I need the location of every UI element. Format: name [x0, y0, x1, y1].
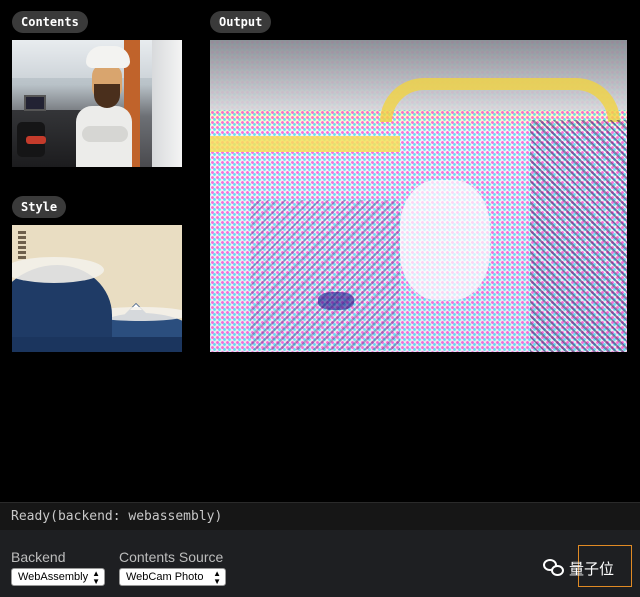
status-text: Ready(backend: webassembly): [11, 509, 223, 524]
backend-label: Backend: [11, 549, 66, 565]
select-arrows-icon: ▲ ▼: [92, 569, 100, 586]
contents-source-select[interactable]: WebCam Photo ▲ ▼: [119, 568, 226, 586]
style-label: Style: [12, 196, 67, 218]
output-image: [210, 40, 627, 352]
watermark-text: 量子位: [569, 560, 615, 578]
style-image: [12, 225, 182, 352]
contents-source-label: Contents Source: [119, 549, 224, 565]
backend-select[interactable]: WebAssembly ▲ ▼: [11, 568, 105, 586]
wechat-icon: [543, 559, 565, 577]
contents-image: [12, 40, 182, 167]
watermark: 量子位: [543, 556, 614, 580]
contents-label: Contents: [12, 11, 88, 33]
backend-select-value: WebAssembly: [18, 571, 89, 583]
status-bar: Ready(backend: webassembly): [0, 502, 640, 530]
contents-source-select-value: WebCam Photo: [126, 571, 204, 583]
select-arrows-icon: ▲ ▼: [213, 569, 221, 586]
output-label: Output: [210, 11, 272, 33]
